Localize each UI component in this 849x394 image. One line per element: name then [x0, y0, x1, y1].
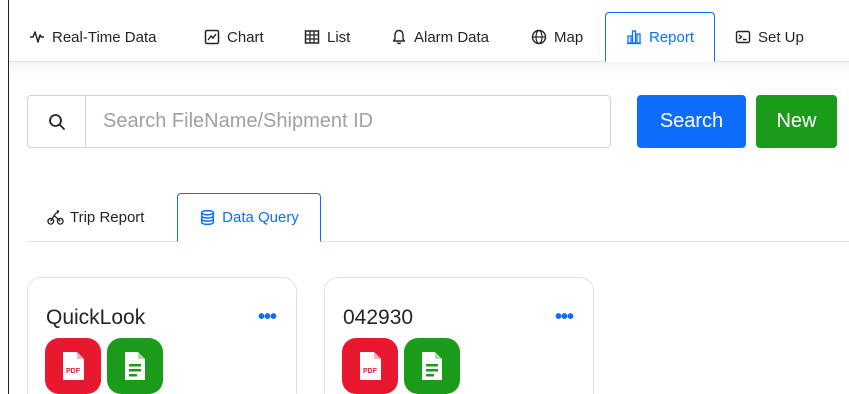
bar-chart-icon	[626, 30, 641, 45]
tab-label: Real-Time Data	[52, 28, 157, 46]
spreadsheet-download-button[interactable]	[404, 338, 460, 394]
tab-label: Alarm Data	[414, 28, 490, 46]
more-options-icon[interactable]: •••	[258, 306, 277, 329]
nav-shadow	[9, 62, 849, 76]
search-group	[27, 95, 611, 148]
pdf-download-button[interactable]: PDF	[45, 338, 101, 394]
spreadsheet-download-button[interactable]	[107, 338, 163, 394]
tab-label: List	[327, 28, 351, 46]
tab-label: Set Up	[758, 28, 804, 46]
tab-label: Trip Report	[70, 209, 145, 226]
pdf-label: PDF	[363, 368, 378, 375]
tab-real-time-data[interactable]: Real-Time Data	[29, 12, 156, 62]
database-icon	[201, 209, 215, 226]
app-frame: Real-Time Data Chart List Alarm Data Map…	[8, 0, 849, 394]
sub-nav: Trip Report Data Query	[27, 193, 849, 242]
globe-icon	[531, 29, 547, 45]
line-chart-icon	[204, 29, 220, 45]
table-icon	[304, 30, 320, 44]
tab-label: Map	[554, 28, 584, 46]
report-card[interactable]: QuickLook ••• PDF	[27, 277, 297, 394]
report-card[interactable]: 042930 ••• PDF	[324, 277, 594, 394]
pdf-file-icon: PDF	[63, 352, 84, 380]
tab-label: Data Query	[222, 209, 299, 226]
new-button[interactable]: New	[756, 95, 837, 148]
bicycle-icon	[47, 210, 64, 225]
terminal-icon	[735, 30, 751, 44]
pdf-label: PDF	[66, 368, 81, 375]
top-nav: Real-Time Data Chart List Alarm Data Map…	[9, 0, 849, 62]
card-title: QuickLook	[46, 306, 146, 329]
tab-set-up[interactable]: Set Up	[735, 12, 804, 62]
more-options-icon[interactable]: •••	[555, 306, 574, 329]
pdf-download-button[interactable]: PDF	[342, 338, 398, 394]
bell-icon	[392, 29, 406, 45]
tab-chart[interactable]: Chart	[204, 12, 264, 62]
tab-label: Chart	[227, 28, 264, 46]
pulse-icon	[30, 31, 44, 43]
search-icon-box[interactable]	[28, 96, 86, 147]
tab-trip-report[interactable]: Trip Report	[47, 193, 144, 242]
tab-list[interactable]: List	[304, 12, 350, 62]
tab-alarm-data[interactable]: Alarm Data	[391, 12, 489, 62]
search-input[interactable]	[86, 96, 610, 147]
tab-data-query[interactable]: Data Query	[177, 193, 321, 242]
tab-report[interactable]: Report	[605, 12, 715, 62]
tab-map[interactable]: Map	[531, 12, 583, 62]
search-icon	[48, 113, 65, 130]
search-button[interactable]: Search	[637, 95, 746, 148]
tab-label: Report	[648, 28, 695, 46]
spreadsheet-file-icon	[125, 352, 145, 380]
pdf-file-icon: PDF	[360, 352, 381, 380]
spreadsheet-file-icon	[422, 352, 442, 380]
card-title: 042930	[343, 306, 414, 329]
